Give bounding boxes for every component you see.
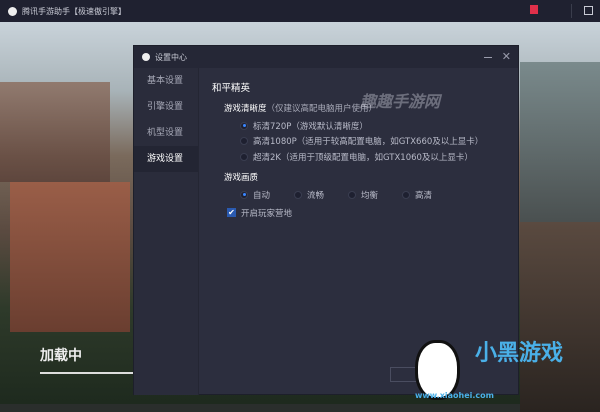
dialog-titlebar: 设置中心 (134, 46, 518, 68)
building (520, 222, 600, 412)
radio-icon (240, 152, 248, 161)
radio-label: 标清720P（游戏默认清晰度） (253, 121, 368, 132)
quality-options: 自动 流畅 均衡 高清 (240, 187, 508, 203)
restore-icon[interactable] (584, 6, 593, 15)
player-camp-checkbox[interactable]: ✔ 开启玩家营地 (227, 207, 508, 219)
radio-balanced[interactable]: 均衡 (348, 189, 402, 201)
checkbox-label: 开启玩家营地 (241, 208, 293, 219)
minimize-icon[interactable] (484, 52, 492, 58)
quality-label: 游戏画质 (224, 172, 259, 183)
radio-720p[interactable]: 标清720P（游戏默认清晰度） (240, 118, 508, 134)
building (10, 182, 130, 332)
app-title: 腾讯手游助手【极速傲引擎】 (22, 6, 126, 16)
sidebar-item-game[interactable]: 游戏设置 (134, 146, 198, 172)
building (520, 62, 600, 222)
close-icon[interactable]: ✕ (502, 50, 511, 63)
radio-icon (294, 190, 302, 199)
radio-icon (240, 121, 248, 130)
settings-sidebar: 基本设置 引擎设置 机型设置 游戏设置 (134, 68, 199, 395)
loading-bar (40, 372, 133, 374)
dialog-title: 设置中心 (155, 52, 187, 62)
sidebar-item-basic[interactable]: 基本设置 (134, 68, 198, 94)
radio-label: 自动 (253, 190, 271, 201)
radio-auto[interactable]: 自动 (240, 189, 294, 201)
loading-text: 加载中 (40, 348, 82, 364)
radio-label: 均衡 (361, 190, 379, 201)
building (0, 82, 110, 182)
watermark-top: 趣趣手游网 (360, 92, 441, 111)
radio-icon (402, 190, 410, 199)
radio-label: 超清2K（适用于顶级配置电脑，如GTX1060及以上显卡） (253, 152, 473, 163)
sidebar-item-device[interactable]: 机型设置 (134, 120, 198, 146)
radio-label: 流畅 (307, 190, 325, 201)
watermark-url: www.xiaohei.com (415, 391, 494, 400)
radio-icon (240, 190, 248, 199)
radio-hd[interactable]: 高清 (402, 189, 456, 201)
radio-1080p[interactable]: 高清1080P（适用于较高配置电脑，如GTX660及以上显卡） (240, 134, 508, 150)
app-logo-icon (142, 53, 150, 61)
radio-icon (348, 190, 356, 199)
watermark-bottom: 小黑游戏 (475, 341, 564, 366)
radio-icon (240, 137, 248, 146)
divider (571, 4, 572, 18)
radio-smooth[interactable]: 流畅 (294, 189, 348, 201)
resolution-label: 游戏清晰度 (224, 104, 267, 114)
radio-2k[interactable]: 超清2K（适用于顶级配置电脑，如GTX1060及以上显卡） (240, 149, 508, 165)
sidebar-item-engine[interactable]: 引擎设置 (134, 94, 198, 120)
app-titlebar: 腾讯手游助手【极速傲引擎】 (0, 0, 600, 22)
gift-icon[interactable] (530, 5, 538, 14)
radio-label: 高清1080P（适用于较高配置电脑，如GTX660及以上显卡） (253, 137, 484, 148)
checkmark-icon: ✔ (227, 208, 236, 217)
radio-label: 高清 (415, 190, 433, 201)
settings-dialog: 设置中心 ✕ 基本设置 引擎设置 机型设置 游戏设置 和平精英 游戏清晰度（仅建… (133, 45, 519, 395)
app-logo-icon (8, 6, 17, 16)
